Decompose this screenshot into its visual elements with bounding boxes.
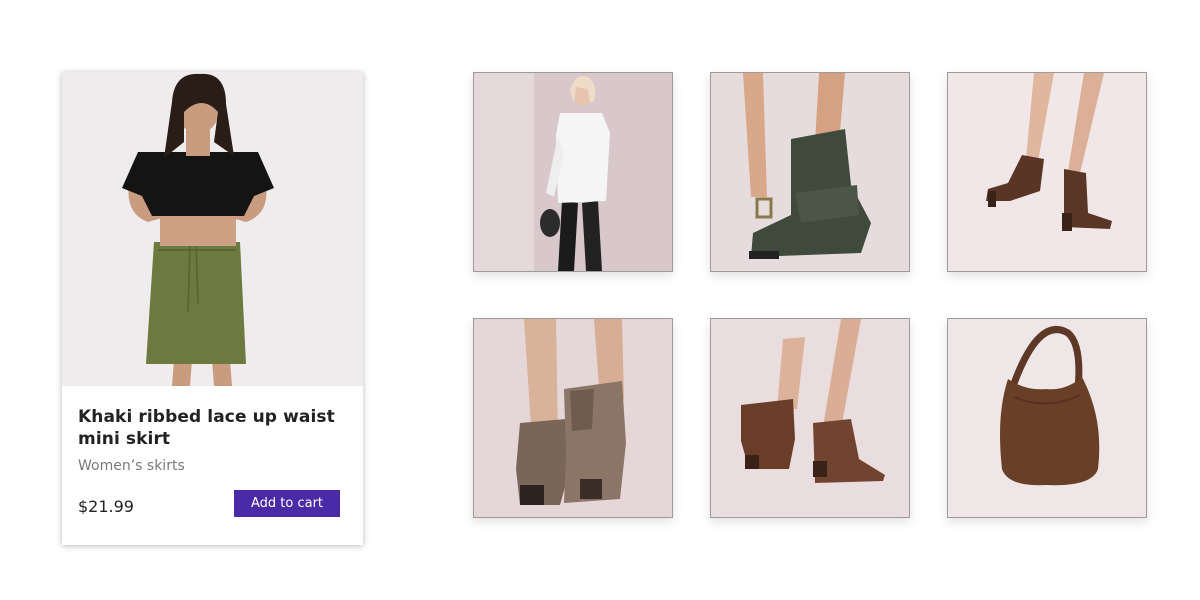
add-to-cart-button[interactable]: Add to cart	[234, 490, 340, 517]
product-price: $21.99	[78, 497, 134, 516]
product-card: Khaki ribbed lace up waist mini skirt Wo…	[62, 72, 363, 545]
product-category: Women’s skirts	[78, 458, 185, 474]
related-item-tile[interactable]	[710, 72, 910, 272]
related-item-tile[interactable]	[947, 318, 1147, 518]
product-title[interactable]: Khaki ribbed lace up waist mini skirt	[78, 406, 347, 450]
brown-fringe-ankle-boots-icon	[948, 73, 1146, 271]
green-fringe-ankle-boot-icon	[711, 73, 909, 271]
related-item-tile[interactable]	[473, 72, 673, 272]
model-in-khaki-skirt-icon	[62, 72, 363, 386]
product-image[interactable]	[62, 72, 363, 386]
brown-suede-ankle-boots-icon	[711, 319, 909, 517]
taupe-chelsea-boot-icon	[474, 319, 672, 517]
product-details: Khaki ribbed lace up waist mini skirt Wo…	[62, 386, 363, 545]
model-white-shirt-icon	[474, 73, 672, 271]
related-item-tile[interactable]	[473, 318, 673, 518]
related-item-tile[interactable]	[947, 72, 1147, 272]
brown-suede-hobo-bag-icon	[948, 319, 1146, 517]
related-item-tile[interactable]	[710, 318, 910, 518]
